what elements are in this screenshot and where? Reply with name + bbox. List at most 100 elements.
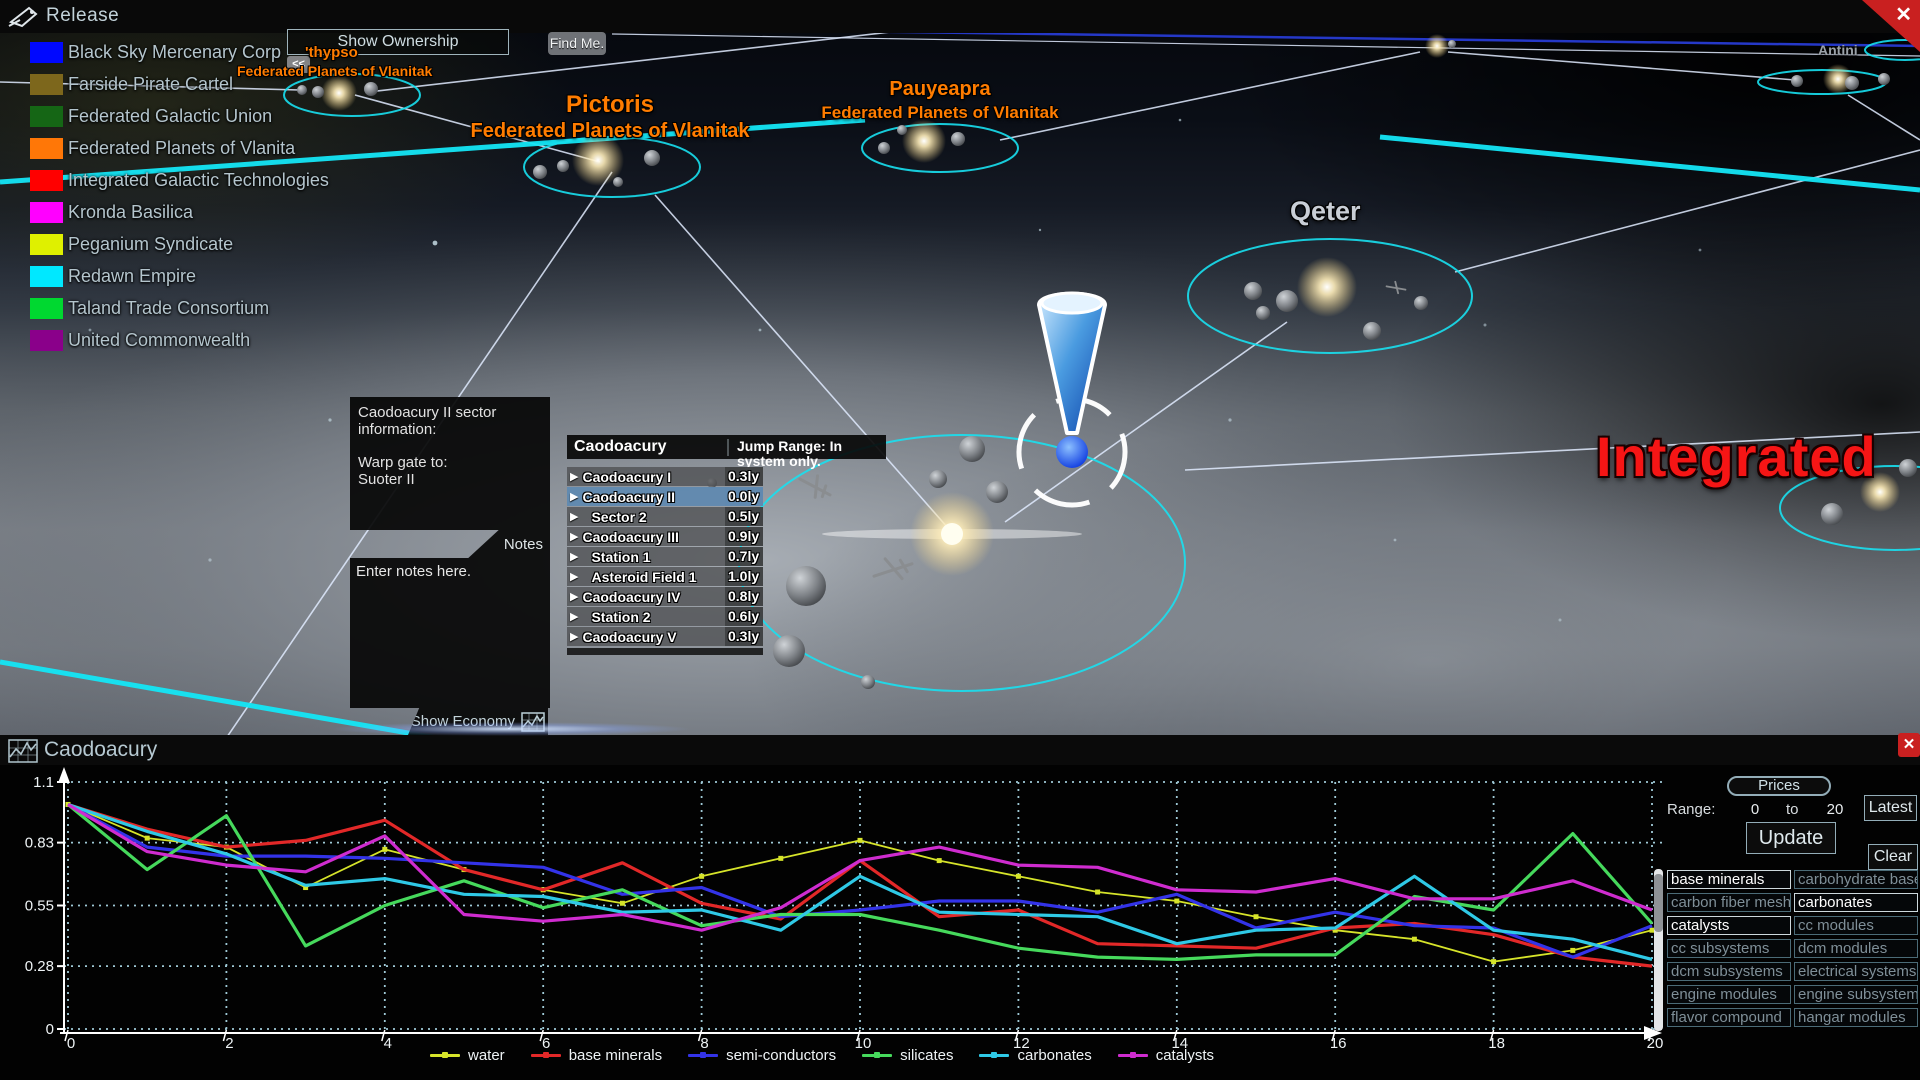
expand-arrow-icon[interactable]: ▶	[570, 470, 578, 483]
expand-arrow-icon[interactable]: ▶	[570, 510, 578, 523]
faction-color-swatch	[30, 298, 63, 319]
system-label-thypso[interactable]: 'thypso	[305, 44, 358, 61]
faction-legend-item: Federated Galactic Union	[30, 100, 329, 132]
faction-legend-item: Integrated Galactic Technologies	[30, 164, 329, 196]
system-label-qeter[interactable]: Qeter	[1290, 196, 1361, 227]
system-row-range: 0.3ly	[725, 627, 763, 646]
system-row-name: Caodoacury IV	[582, 589, 680, 605]
commodity-toggle[interactable]: carbonates	[1794, 893, 1918, 912]
system-row-range: 0.5ly	[725, 507, 763, 526]
expand-arrow-icon[interactable]: ▶	[570, 630, 578, 643]
svg-text:0: 0	[67, 1035, 75, 1052]
commodity-toggle[interactable]: engine modules	[1667, 985, 1791, 1004]
faction-name-label: Kronda Basilica	[68, 202, 193, 223]
system-rows: ▶Caodoacury I0.3ly▶Caodoacury II0.0ly▶Se…	[567, 467, 763, 646]
commodity-scrollbar[interactable]	[1654, 869, 1663, 1031]
system-row[interactable]: ▶Station 10.7ly	[567, 547, 763, 566]
system-list-header: Caodoacury Jump Range: In system only.	[567, 435, 886, 459]
system-label-pictoris[interactable]: Pictoris	[460, 91, 760, 119]
commodity-toggle[interactable]: catalysts	[1667, 916, 1791, 935]
latest-button[interactable]: Latest	[1864, 795, 1917, 821]
commodity-toggle[interactable]: dcm subsystems	[1667, 962, 1791, 981]
faction-color-swatch	[30, 234, 63, 255]
commodity-toggle[interactable]: electrical systems	[1794, 962, 1918, 981]
system-list-scrollbar[interactable]	[567, 648, 763, 655]
commodity-toggle[interactable]: base minerals	[1667, 870, 1791, 889]
system-row-range: 1.0ly	[725, 567, 763, 586]
system-row-name: Sector 2	[582, 509, 646, 525]
system-row-name: Caodoacury I	[582, 469, 671, 485]
system-row[interactable]: ▶Caodoacury II0.0ly	[567, 487, 763, 506]
find-me-button[interactable]: Find Me.	[548, 32, 606, 55]
faction-name-label: United Commonwealth	[68, 330, 250, 351]
system-label-pauyeapra[interactable]: Pauyeapra	[790, 78, 1090, 101]
svg-text:0.55: 0.55	[25, 898, 54, 915]
faction-name-label: Federated Galactic Union	[68, 106, 272, 127]
system-row[interactable]: ▶Asteroid Field 11.0ly	[567, 567, 763, 586]
expand-arrow-icon[interactable]: ▶	[570, 530, 578, 543]
prices-button[interactable]: Prices	[1727, 776, 1831, 796]
svg-text:0.83: 0.83	[25, 835, 54, 852]
notes-panel	[350, 558, 550, 708]
system-row[interactable]: ▶ Sector 2 0.5ly	[567, 507, 763, 526]
faction-label-pauyeapra: Federated Planets of Vlanitak	[760, 103, 1120, 123]
series-color-swatch	[688, 1054, 718, 1057]
faction-color-swatch	[30, 330, 63, 351]
system-list-panel: Caodoacury Jump Range: In system only. ▶…	[567, 435, 886, 647]
range-to-input[interactable]: 20	[1820, 801, 1850, 818]
expand-arrow-icon[interactable]: ▶	[570, 570, 578, 583]
faction-name-label: Redawn Empire	[68, 266, 196, 287]
faction-name-label: Farside Pirate Cartel	[68, 74, 233, 95]
faction-color-swatch	[30, 170, 63, 191]
commodity-list: base mineralscarbohydrate basecarbon fib…	[1667, 870, 1918, 1027]
commodity-toggle[interactable]: dcm modules	[1794, 939, 1918, 958]
commodity-toggle[interactable]: hangar modules	[1794, 1008, 1918, 1027]
system-row-range: 0.9ly	[725, 527, 763, 546]
faction-legend-item: Kronda Basilica	[30, 196, 329, 228]
expand-arrow-icon[interactable]: ▶	[570, 610, 578, 623]
commodity-toggle[interactable]: cc modules	[1794, 916, 1918, 935]
faction-legend-item: United Commonwealth	[30, 324, 329, 356]
range-from-input[interactable]: 0	[1742, 801, 1768, 818]
expand-arrow-icon[interactable]: ▶	[570, 590, 578, 603]
system-label-antini[interactable]: Antini	[1818, 42, 1858, 58]
svg-text:2: 2	[225, 1035, 233, 1052]
system-row-range: 0.3ly	[725, 467, 763, 486]
series-color-swatch	[979, 1054, 1009, 1057]
range-label: Range:	[1667, 801, 1715, 818]
expand-arrow-icon[interactable]: ▶	[570, 490, 578, 503]
faction-name-label: Federated Planets of Vlanita	[68, 138, 295, 159]
galaxy-map[interactable]: Release Black Sky Mercenary CorpFarside …	[0, 0, 1920, 735]
warp-gate-target[interactable]: Suoter II	[358, 471, 542, 488]
ownership-label-integrated: Integrated	[1596, 424, 1877, 489]
commodity-toggle[interactable]: engine subsystems	[1794, 985, 1918, 1004]
notes-input[interactable]	[350, 558, 550, 708]
chart-legend-item: water	[430, 1047, 505, 1064]
system-row-range: 0.0ly	[725, 487, 763, 506]
range-to-label: to	[1786, 801, 1799, 818]
update-button[interactable]: Update	[1746, 822, 1836, 854]
system-list-title: Caodoacury	[574, 438, 666, 456]
commodity-scrollbar-thumb[interactable]	[1654, 874, 1663, 932]
close-economy-button[interactable]: ✕	[1898, 733, 1920, 757]
svg-text:0.28: 0.28	[25, 958, 54, 975]
app-version-label: Release	[46, 5, 119, 27]
expand-arrow-icon[interactable]: ▶	[570, 550, 578, 563]
sector-info-panel: Caodoacury II sector information: Warp g…	[350, 397, 550, 530]
system-row[interactable]: ▶Station 20.6ly	[567, 607, 763, 626]
commodity-toggle[interactable]: carbon fiber mesh	[1667, 893, 1791, 912]
clear-button[interactable]: Clear	[1868, 844, 1918, 870]
jump-range-label: Jump Range: In system only.	[727, 439, 886, 456]
svg-text:18: 18	[1488, 1035, 1505, 1052]
faction-legend-item: Federated Planets of Vlanita	[30, 132, 329, 164]
system-row[interactable]: ▶Caodoacury V0.3ly	[567, 627, 763, 646]
chart-legend-item: catalysts	[1118, 1047, 1214, 1064]
commodity-toggle[interactable]: carbohydrate base	[1794, 870, 1918, 889]
system-pauyeapra[interactable]	[878, 119, 965, 163]
system-row[interactable]: ▶Caodoacury III0.9ly	[567, 527, 763, 546]
economy-chart-icon	[8, 739, 38, 763]
system-row[interactable]: ▶ Caodoacury I 0.3ly	[567, 467, 763, 486]
commodity-toggle[interactable]: cc subsystems	[1667, 939, 1791, 958]
commodity-toggle[interactable]: flavor compound	[1667, 1008, 1791, 1027]
system-row[interactable]: ▶Caodoacury IV0.8ly	[567, 587, 763, 606]
